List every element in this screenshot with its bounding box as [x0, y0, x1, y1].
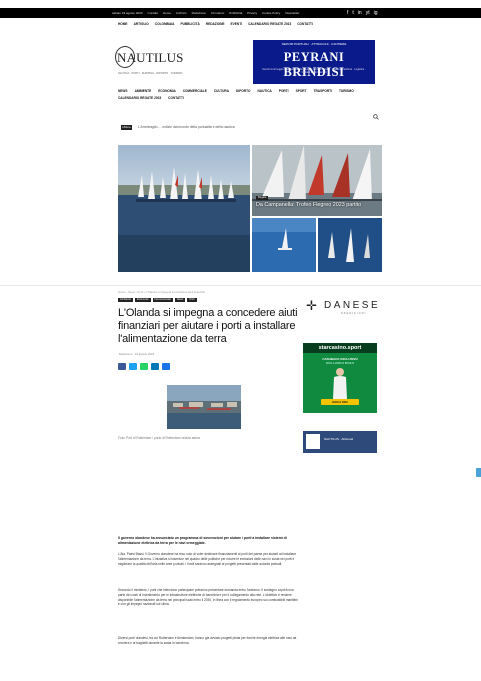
cat-nav-sport[interactable]: Sport — [296, 89, 307, 93]
top-bar-link-pubblicita[interactable]: Pubblicità — [229, 11, 242, 15]
social-icons: f t in yt ig — [347, 9, 377, 17]
article-categories: Ambiente Economia Internazionale News Po… — [118, 298, 197, 302]
hero-image-sea-boat[interactable] — [252, 218, 316, 272]
site-logo[interactable]: NAUTILUS NAUTICA · PORTI · SHIPPING · DI… — [115, 44, 197, 84]
cat-nav-commerciale[interactable]: Commerciale — [183, 89, 207, 93]
danese-ad[interactable]: ✛ DANESE SPEDIZIONI — [304, 296, 378, 318]
nav-item-colombaia[interactable]: Colombaia — [155, 22, 175, 26]
article-lead: Il governo olandese ha annunciato un pro… — [118, 536, 287, 545]
danese-logo-icon: ✛ — [306, 298, 317, 313]
cat-nav-trasporti[interactable]: Trasporti — [314, 89, 332, 93]
article-title: L'Olanda si impegna a concedere aiuti fi… — [118, 307, 298, 345]
twitter-share-icon[interactable] — [129, 363, 137, 370]
article-paragraph: Secondo il ministero, i porti che intend… — [118, 588, 298, 607]
facebook-share-icon[interactable] — [118, 363, 126, 370]
starcasino-model-image — [333, 368, 347, 399]
danese-subtitle: SPEDIZIONI — [341, 312, 367, 315]
hero-caption[interactable]: Da Campanella: Trofeo Flegreo 2023 parti… — [256, 202, 361, 208]
nav-item-home[interactable]: Home — [118, 22, 128, 26]
cat-nav-news[interactable]: News — [118, 89, 128, 93]
instagram-icon[interactable]: ig — [374, 9, 378, 17]
category-tag[interactable]: Economia — [134, 298, 151, 302]
primary-nav: Home Artiglio Colombaia Pubblicità Redaz… — [118, 22, 313, 26]
cat-nav-ambiente[interactable]: Ambiente — [135, 89, 152, 93]
category-tag[interactable]: News — [174, 298, 186, 302]
article-paragraph: Diversi porti olandesi, tra cui Rotterda… — [118, 636, 297, 645]
breadcrumb[interactable]: Home › News › Porti › L'Olanda si impegn… — [118, 290, 205, 294]
top-bar-date: sabato 19 agosto 2023 — [112, 11, 143, 15]
nav-item-calendario[interactable]: Calendario regate 2023 — [248, 22, 291, 26]
top-bar-link-cookie[interactable]: Cookie Policy — [262, 11, 280, 15]
hero-category-tag[interactable]: Regate — [256, 196, 269, 200]
linkedin-icon[interactable]: in — [358, 9, 362, 17]
banner-top-text: SERVIZI PORTUALI · ATTRACCHI · CANTIERE — [281, 42, 347, 46]
linkedin-share-icon[interactable] — [151, 363, 159, 370]
starcasino-ad[interactable]: starcasino.sport CASHBACK ESCLUSIVO FINO… — [303, 343, 377, 413]
nautilus-subscribe-ad[interactable]: NAUTILUS · Abbonati — [303, 431, 377, 453]
cat-nav-diporto[interactable]: Diporto — [236, 89, 250, 93]
cat-nav-porti[interactable]: Porti — [279, 89, 289, 93]
article-paragraph: L'Aia, Paesi Bassi. Il Governo olandese … — [118, 552, 297, 566]
nav-item-contatti[interactable]: Contatti — [297, 22, 313, 26]
top-bar-link-privacy[interactable]: Privacy — [247, 11, 257, 15]
youtube-icon[interactable]: yt — [366, 9, 370, 17]
ticker-headline[interactable]: L'Ammiraglio ... notizie dal mondo della… — [138, 125, 235, 130]
banner-description: Servizi di ormeggio e assistenza alle na… — [262, 68, 366, 75]
section-divider — [0, 285, 481, 286]
nav-item-pubblicita[interactable]: Pubblicità — [180, 22, 199, 26]
top-bar-link-contatti[interactable]: Contatti — [148, 11, 158, 15]
share-buttons — [118, 363, 170, 370]
image-caption: Foto: Port of Rotterdam / porto di Rotte… — [118, 436, 200, 440]
facebook-icon[interactable]: f — [347, 9, 348, 17]
danese-name: DANESE — [324, 300, 381, 311]
starcasino-cta-button[interactable]: GIOCA ORA — [321, 399, 359, 405]
banner-title: PEYRANI BRINDISI — [283, 50, 345, 79]
twitter-icon[interactable]: t — [352, 9, 353, 17]
top-bar-link-redazione[interactable]: Redazione — [192, 11, 206, 15]
cat-nav-calendario[interactable]: Calendario regate 2023 — [118, 96, 161, 100]
category-nav: News Ambiente Economia Commerciale Cultu… — [118, 89, 380, 100]
starcasino-brand: starcasino.sport — [303, 343, 377, 353]
side-floating-tab[interactable] — [476, 468, 481, 477]
cat-nav-contatti[interactable]: Contatti — [168, 96, 184, 100]
logo-name: NAUTILUS — [117, 50, 184, 65]
whatsapp-share-icon[interactable] — [140, 363, 148, 370]
peyrani-banner[interactable]: SERVIZI PORTUALI · ATTRACCHI · CANTIERE … — [253, 40, 375, 84]
cat-nav-economia[interactable]: Economia — [158, 89, 176, 93]
top-bar-link-chi-siamo[interactable]: Chi siamo — [211, 11, 224, 15]
starcasino-line2: FINO A 200€ DI BONUS — [325, 362, 355, 365]
nav-item-eventi[interactable]: Eventi — [231, 22, 243, 26]
article-image-port[interactable] — [167, 385, 241, 429]
hero-image-regatta-harbor[interactable] — [118, 145, 250, 272]
category-tag[interactable]: Ambiente — [118, 298, 133, 302]
nav-item-artiglio[interactable]: Artiglio — [134, 22, 149, 26]
top-bar-links: sabato 19 agosto 2023 Contatti Home Arch… — [112, 8, 382, 18]
cat-nav-nautica[interactable]: Nautica — [257, 89, 271, 93]
ticker-badge: Ultime — [121, 125, 132, 130]
starcasino-line1: CASHBACK ESCLUSIVO — [322, 357, 358, 361]
email-share-icon[interactable] — [162, 363, 170, 370]
nautilus-ad-logo-icon — [306, 434, 320, 449]
category-tag[interactable]: Internazionale — [152, 298, 173, 302]
hero-image-boats-fleet[interactable] — [318, 218, 382, 272]
top-bar-link-home[interactable]: Home — [163, 11, 171, 15]
cat-nav-cultura[interactable]: Cultura — [214, 89, 229, 93]
article-meta: Redazione · 19 agosto 2023 — [119, 352, 155, 356]
top-bar-link-newsletter[interactable]: Newsletter — [285, 11, 299, 15]
search-icon[interactable] — [373, 114, 379, 120]
category-tag[interactable]: Porti — [187, 298, 197, 302]
top-bar-link-archivio[interactable]: Archivio — [176, 11, 187, 15]
cat-nav-turismo[interactable]: Turismo — [339, 89, 354, 93]
nautilus-ad-text: NAUTILUS · Abbonati — [324, 437, 354, 441]
logo-tagline: NAUTICA · PORTI · SHIPPING · DIPORTO · T… — [118, 72, 183, 75]
nav-item-redazione[interactable]: Redazione — [206, 22, 225, 26]
